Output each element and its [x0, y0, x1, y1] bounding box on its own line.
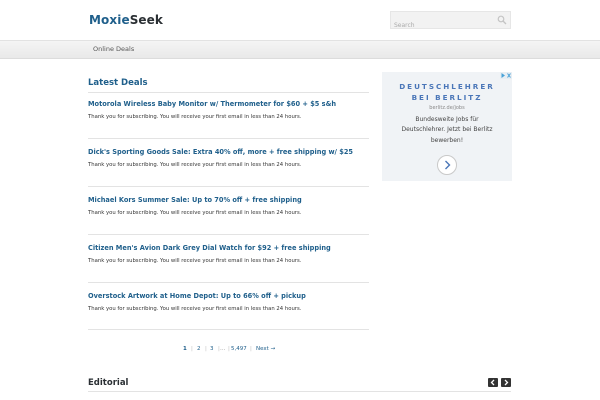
- ad-headline-1[interactable]: DEUTSCHLEHRER: [382, 82, 512, 91]
- deal-excerpt: Thank you for subscribing. You will rece…: [88, 210, 302, 216]
- deal-excerpt: Thank you for subscribing. You will rece…: [88, 162, 302, 168]
- deal-item: Citizen Men's Avion Dark Grey Dial Watch…: [88, 244, 369, 264]
- search-box: [390, 11, 511, 34]
- page-1-link[interactable]: 1: [183, 346, 187, 352]
- ad-body-line: bewerben!: [430, 137, 464, 144]
- divider: [88, 282, 369, 283]
- page-separator: |: [228, 346, 230, 352]
- site-logo[interactable]: MoxieSeek: [89, 13, 163, 27]
- deal-excerpt: Thank you for subscribing. You will rece…: [88, 258, 302, 264]
- logo-moxie[interactable]: Moxie: [89, 13, 130, 27]
- page-last-link[interactable]: 5,497: [231, 346, 247, 352]
- deal-excerpt: Thank you for subscribing. You will rece…: [88, 306, 302, 312]
- divider: [88, 92, 369, 93]
- ad-choices-icon[interactable]: [500, 72, 512, 79]
- deal-excerpt: Thank you for subscribing. You will rece…: [88, 114, 302, 120]
- chevron-right-icon: [504, 379, 509, 386]
- ad-body-line: Bundesweite Jobs für: [415, 116, 479, 123]
- divider: [88, 234, 369, 235]
- ad-url[interactable]: berlitz.de/jobs: [382, 105, 512, 111]
- deal-title-link[interactable]: Citizen Men's Avion Dark Grey Dial Watch…: [88, 244, 369, 252]
- ad-arrow-button[interactable]: [437, 155, 457, 175]
- latest-deals-heading: Latest Deals: [88, 78, 148, 88]
- editorial-prev-button[interactable]: [488, 378, 498, 387]
- chevron-left-icon: [490, 379, 495, 386]
- divider: [88, 329, 369, 330]
- ad-body-line: Deutschlehrer. Jetzt bei Berlitz: [401, 126, 493, 133]
- page-separator: |: [205, 346, 207, 352]
- nav-online-deals[interactable]: Online Deals: [93, 45, 134, 53]
- deal-title-link[interactable]: Overstock Artwork at Home Depot: Up to 6…: [88, 292, 369, 300]
- divider: [88, 186, 369, 187]
- site-header: MoxieSeek: [0, 0, 600, 40]
- deal-title-link[interactable]: Motorola Wireless Baby Monitor w/ Thermo…: [88, 100, 369, 108]
- main-nav: Online Deals: [0, 40, 600, 59]
- page-separator: |: [250, 346, 252, 352]
- editorial-heading: Editorial: [88, 378, 129, 388]
- page-3-link[interactable]: 3: [210, 346, 214, 352]
- deal-item: Overstock Artwork at Home Depot: Up to 6…: [88, 292, 369, 312]
- logo-seek[interactable]: Seek: [130, 13, 163, 27]
- deal-item: Michael Kors Summer Sale: Up to 70% off …: [88, 196, 369, 216]
- page-separator: |: [191, 346, 193, 352]
- chevron-right-icon: [445, 160, 451, 170]
- deal-title-link[interactable]: Michael Kors Summer Sale: Up to 70% off …: [88, 196, 369, 204]
- search-icon[interactable]: [497, 15, 507, 25]
- deal-title-link[interactable]: Dick's Sporting Goods Sale: Extra 40% of…: [88, 148, 369, 156]
- divider: [88, 391, 511, 392]
- page-ellipsis: …: [220, 346, 226, 352]
- ad-headline-2[interactable]: BEI BERLITZ: [382, 93, 512, 102]
- editorial-next-button[interactable]: [501, 378, 511, 387]
- page-2-link[interactable]: 2: [197, 346, 201, 352]
- deal-item: Motorola Wireless Baby Monitor w/ Thermo…: [88, 100, 369, 120]
- divider: [88, 138, 369, 139]
- deal-item: Dick's Sporting Goods Sale: Extra 40% of…: [88, 148, 369, 168]
- search-input[interactable]: [391, 17, 494, 34]
- page-next-link[interactable]: Next →: [256, 346, 275, 352]
- advertisement[interactable]: DEUTSCHLEHRER BEI BERLITZ berlitz.de/job…: [382, 72, 512, 181]
